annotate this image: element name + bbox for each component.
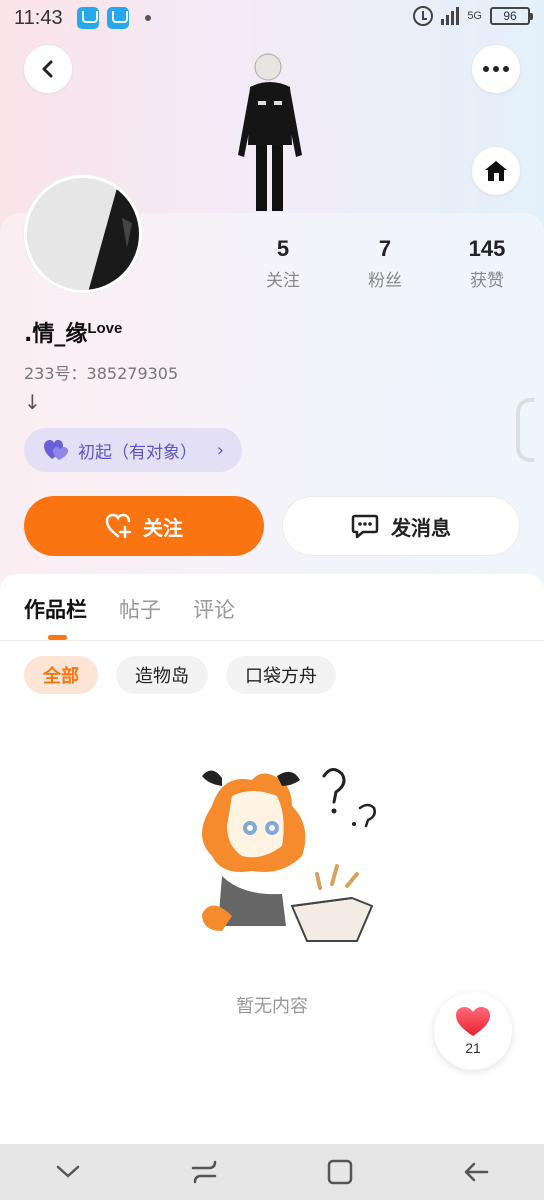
back-icon [464,1162,489,1182]
nav-hide-button[interactable] [48,1152,88,1192]
chevron-down-icon [56,1165,80,1178]
alarm-icon [413,6,434,26]
avatar[interactable] [24,175,142,293]
heart-plus-icon [105,513,132,539]
battery-level: 96 [503,9,517,23]
chevron-right-icon: › [216,439,224,461]
floating-like-button[interactable]: 21 [434,992,512,1070]
notification-dot-icon [144,15,151,21]
status-time: 11:43 [14,6,63,29]
network-type: 5G [467,10,482,22]
follow-label: 关注 [143,515,183,540]
relationship-badge[interactable]: 初起（有对象） › [24,428,242,472]
chip-creation-island[interactable]: 造物岛 [116,656,208,694]
home-button[interactable] [472,147,520,195]
stat-following[interactable]: 5 关注 [232,234,334,291]
username: .情_缘Love [24,316,122,348]
back-button[interactable] [24,45,72,93]
nav-recents-button[interactable] [184,1152,224,1192]
tabs-divider [0,640,544,641]
profile-stats: 5 关注 7 粉丝 145 获赞 [232,234,538,291]
chip-all[interactable]: 全部 [24,656,98,694]
like-count: 21 [465,1040,481,1056]
stat-likes[interactable]: 145 获赞 [436,234,538,291]
stat-value: 7 [378,236,392,261]
app-store-icon [76,7,99,29]
side-drawer-handle[interactable] [516,398,534,462]
battery-icon: 96 [490,7,533,25]
filter-chips: 全部 造物岛 口袋方舟 [24,656,336,694]
character-figure [238,53,302,211]
follow-button[interactable]: 关注 [24,496,264,556]
double-heart-icon [44,440,68,460]
tab-posts[interactable]: 帖子 [119,594,161,624]
system-navigation-bar [0,1144,544,1200]
bio-text: ↓ [24,390,41,414]
stat-label: 获赞 [470,271,504,291]
nav-back-button[interactable] [456,1152,496,1192]
user-id: 233号：385279305 [24,364,179,383]
tab-works[interactable]: 作品栏 [24,594,87,624]
username-text: .情_缘 [24,322,88,347]
chat-bubble-icon [351,514,379,539]
tab-comments[interactable]: 评论 [193,594,235,624]
status-bar: 11:43 5G 96 [0,0,544,36]
stat-label: 粉丝 [368,271,402,291]
app-store-icon [106,7,129,29]
chip-pocket-ark[interactable]: 口袋方舟 [226,656,336,694]
content-tabs: 作品栏 帖子 评论 [24,594,235,624]
empty-state-illustration [202,768,376,942]
relationship-label: 初起（有对象） [78,442,197,463]
nav-home-button[interactable] [320,1152,360,1192]
stat-followers[interactable]: 7 粉丝 [334,234,436,291]
stat-value: 145 [468,236,506,261]
stat-value: 5 [276,236,290,261]
stat-label: 关注 [266,271,300,291]
more-icon [483,66,509,72]
more-button[interactable] [472,45,520,93]
username-suffix: Love [87,320,123,337]
signal-icon [441,7,460,25]
home-icon [485,161,507,181]
recents-icon [191,1160,217,1184]
square-icon [327,1159,353,1185]
heart-icon [456,1007,490,1036]
message-button[interactable]: 发消息 [282,496,520,556]
message-label: 发消息 [391,515,451,540]
back-arrow-icon [42,60,53,78]
